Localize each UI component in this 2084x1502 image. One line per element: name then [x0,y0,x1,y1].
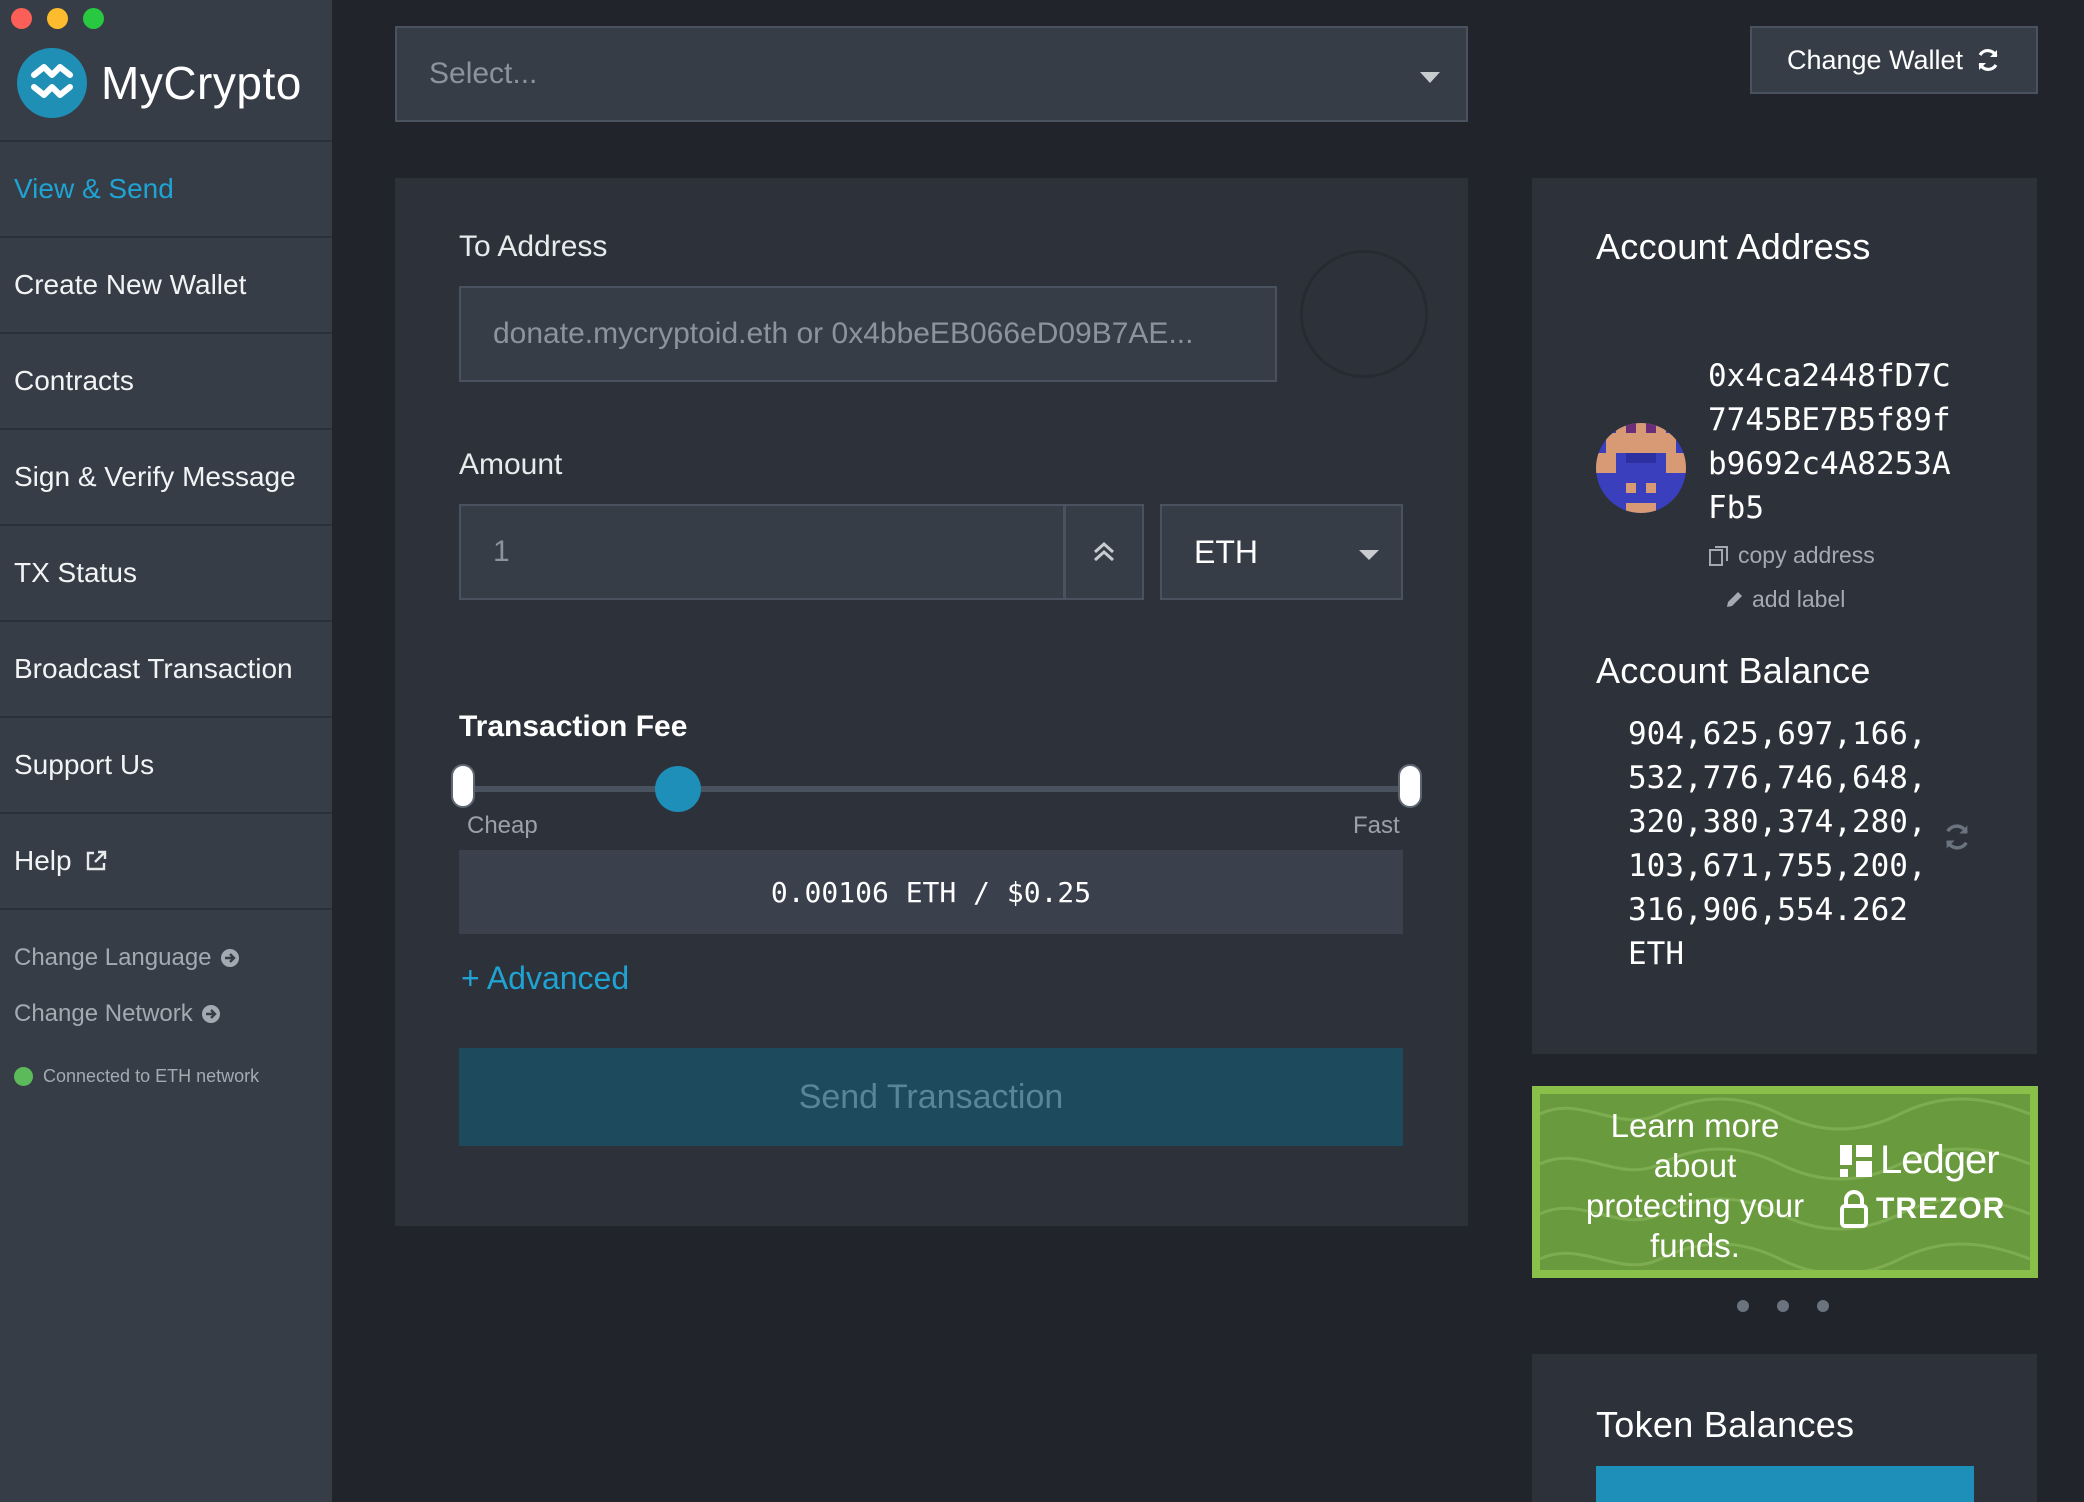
send-card: To Address donate.mycryptoid.eth or 0x4b… [395,178,1468,1226]
double-chevron-up-icon [1094,541,1114,562]
sidebar-item-label: Create New Wallet [14,269,247,300]
fee-slider-max-handle [1398,764,1422,808]
arrow-circle-right-icon [201,1005,220,1023]
minimize-window-button[interactable] [47,8,68,29]
sidebar-item-label: TX Status [14,557,137,588]
copy-address-label: copy address [1738,542,1875,568]
account-address-title: Account Address [1596,226,1871,267]
brand[interactable]: MyCrypto [17,48,302,118]
fee-slider-track[interactable] [461,786,1404,792]
sidebar-item-broadcast-transaction[interactable]: Broadcast Transaction [0,622,332,718]
account-balance: 904,625,697,166,532,776,746,648,320,380,… [1628,716,1927,972]
change-language-link[interactable]: Change Language [14,944,240,972]
account-identicon-icon [1596,423,1686,513]
unit-select-value: ETH [1194,533,1258,570]
fee-summary-value: 0.00106 ETH / $0.25 [770,875,1092,909]
fee-fast-label: Fast [1353,812,1400,839]
sidebar-item-label: View & Send [14,173,174,204]
to-address-label: To Address [459,230,608,263]
sidebar-item-tx-status[interactable]: TX Status [0,526,332,622]
change-language-label: Change Language [14,944,212,971]
token-balances-title: Token Balances [1596,1404,1855,1445]
promo-pagination [1737,1300,1829,1312]
sidebar-item-sign-verify-message[interactable]: Sign & Verify Message [0,430,332,526]
sidebar-item-label: Contracts [14,365,134,396]
sidebar-item-help[interactable]: Help [0,814,332,910]
maximize-window-button[interactable] [83,8,104,29]
sidebar-item-contracts[interactable]: Contracts [0,334,332,430]
token-action-button[interactable] [1596,1466,1974,1502]
ledger-icon [1840,1144,1872,1177]
fee-cheap-label: Cheap [467,812,538,839]
chevron-down-icon [1359,550,1379,560]
change-network-label: Change Network [14,1000,193,1027]
trezor-logo: TREZOR [1840,1190,2005,1228]
to-address-placeholder: donate.mycryptoid.eth or 0x4bbeEB066eD09… [493,317,1194,350]
sidebar-item-label: Broadcast Transaction [14,653,293,684]
promo-text: Learn more about protecting your funds. [1585,1107,1805,1264]
ledger-logo: Ledger [1840,1138,2000,1183]
fee-slider-fill [461,786,678,792]
copy-address-link[interactable]: copy address [1708,542,1875,569]
sidebar-item-label: Sign & Verify Message [14,461,296,492]
fee-slider-min-handle [451,764,475,808]
wallet-select[interactable]: Select... [395,26,1468,122]
sidebar-item-label: Help [14,845,72,876]
change-wallet-button[interactable]: Change Wallet [1750,26,2038,94]
unit-select[interactable]: ETH [1160,504,1403,600]
hardware-wallet-promo[interactable]: Learn more about protecting your funds. … [1532,1086,2038,1278]
trezor-label: TREZOR [1876,1192,2006,1225]
amount-label: Amount [459,448,563,481]
sidebar-item-view-send[interactable]: View & Send [0,142,332,238]
transaction-fee-label: Transaction Fee [459,710,688,743]
status-dot-icon [14,1067,33,1086]
promo-dot-2[interactable] [1777,1300,1789,1312]
promo-dot-3[interactable] [1817,1300,1829,1312]
chevron-down-icon [1420,72,1440,83]
send-transaction-label: Send Transaction [798,1077,1064,1116]
change-network-link[interactable]: Change Network [14,1000,221,1028]
refresh-balance-button[interactable] [1942,822,1972,857]
sidebar: MyCrypto View & Send Create New Wallet C… [0,0,332,1502]
promo-dot-1[interactable] [1737,1300,1749,1312]
add-label-label: add label [1752,586,1846,612]
close-window-button[interactable] [11,8,32,29]
account-balance-title: Account Balance [1596,650,1871,691]
account-card: Account Address 0x4ca2448fD7C7745BE7B5f8… [1532,178,2037,1054]
brand-name: MyCrypto [101,57,302,109]
wallet-select-placeholder: Select... [429,57,538,90]
arrow-circle-right-icon [220,949,239,967]
send-everything-button[interactable] [1064,504,1144,600]
pencil-icon [1727,591,1742,607]
refresh-icon [1978,49,1998,71]
sidebar-item-support-us[interactable]: Support Us [0,718,332,814]
to-address-input[interactable]: donate.mycryptoid.eth or 0x4bbeEB066eD09… [459,286,1277,382]
amount-input[interactable]: 1 [459,504,1065,600]
change-wallet-label: Change Wallet [1786,44,1964,75]
fee-slider-thumb[interactable] [654,766,701,812]
sidebar-item-label: Support Us [14,749,155,780]
add-label-link[interactable]: add label [1724,586,1845,613]
address-identicon-placeholder [1300,250,1428,378]
token-balances-card: Token Balances [1532,1354,2037,1502]
ledger-label: Ledger [1880,1138,2000,1182]
send-transaction-button[interactable]: Send Transaction [459,1048,1403,1146]
network-status-label: Connected to ETH network [43,1066,260,1086]
network-status: Connected to ETH network [14,1066,259,1087]
account-address: 0x4ca2448fD7C7745BE7B5f89fb9692c4A8253AF… [1708,358,1951,526]
lock-icon [1840,1190,1868,1228]
advanced-toggle[interactable]: + Advanced [461,960,629,997]
external-link-icon [84,849,108,873]
amount-value: 1 [493,535,510,568]
refresh-icon [1946,824,1968,850]
sidebar-item-create-new-wallet[interactable]: Create New Wallet [0,238,332,334]
mycrypto-logo-icon [17,48,87,118]
window-controls [11,8,104,29]
copy-icon [1709,545,1728,566]
fee-summary: 0.00106 ETH / $0.25 [459,850,1403,934]
sidebar-nav: View & Send Create New Wallet Contracts … [0,142,332,910]
